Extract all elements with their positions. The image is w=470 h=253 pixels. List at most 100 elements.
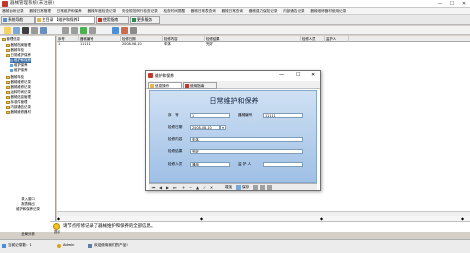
dialog-titlebar: 维护和保养 — ☐ ✕ <box>146 71 320 80</box>
record-count: 当前记录数：1 <box>8 243 32 247</box>
cell-guard <box>325 42 349 47</box>
records-icon <box>2 244 6 248</box>
menu-item[interactable]: 日常维护和保养 <box>54 8 84 14</box>
cell-person <box>301 42 325 47</box>
cancel-icon[interactable]: ✕ <box>209 185 214 190</box>
date-field[interactable]: 2008-08-10 <box>190 125 220 130</box>
person-field[interactable]: 通用 <box>190 162 230 167</box>
toolbar <box>0 26 470 35</box>
edit-icon[interactable]: ▲ <box>195 185 200 190</box>
menu-item[interactable]: 器械台帐记录 <box>0 8 26 14</box>
tip-text: 请节点所修记录了器械维护和保养的全部信息。 <box>63 224 156 229</box>
menu-item[interactable]: 器械日常表查询 <box>188 8 218 14</box>
maintenance-form: 日常维护和保养 序 号 1 器械编号 11111 检修日期 2008-08-10… <box>149 90 317 183</box>
equip-label: 器械编号 <box>238 113 253 117</box>
copy-icon[interactable] <box>253 185 258 190</box>
menu-item[interactable]: 内部通告记录 <box>281 8 307 14</box>
result-field[interactable]: 完好 <box>190 149 303 154</box>
tab-label: 使用指南 <box>103 17 119 22</box>
sidebar-tree: 管理信息 器械档案管理 器械年检 日常维护保养 维护和保养 维护保养 维护保养 … <box>0 36 56 236</box>
dialog-navigator: ⏮ ◀ ▶ ⏭ + − ▲ ✓ ✕ 增加 保存 <box>149 183 317 190</box>
navigation-icon <box>3 18 7 22</box>
close-form-icon[interactable] <box>267 185 272 190</box>
maximize-button[interactable]: ☐ <box>446 0 458 8</box>
menu-item[interactable]: 器械日常查询 <box>219 8 245 14</box>
tree-item[interactable]: 维护保养 <box>10 68 28 73</box>
content-field[interactable]: 车体 <box>190 137 303 142</box>
export-icon[interactable] <box>130 27 137 34</box>
add-button[interactable]: 增加 <box>225 185 232 190</box>
cell-seq: 1 <box>58 42 61 46</box>
search-icon[interactable] <box>40 27 47 34</box>
dialog-tab-operate[interactable]: 信息操作 <box>148 82 182 89</box>
tree-item[interactable]: 管理信息 <box>2 37 20 42</box>
last-record-icon[interactable] <box>89 27 96 34</box>
user-icon <box>57 244 61 248</box>
edit-icon[interactable] <box>4 27 11 34</box>
filter-icon[interactable] <box>121 27 128 34</box>
previous-record-icon[interactable] <box>71 27 78 34</box>
dialog-minimize-button[interactable]: — <box>279 72 284 79</box>
guard-field[interactable] <box>263 162 303 167</box>
tab-maintenance[interactable]: 主目录 【维护和保养】 <box>35 16 95 24</box>
menu-item[interactable]: 安全规范例行检查记录 <box>120 8 160 14</box>
tab-label: 主目录 【维护和保养】 <box>42 17 82 22</box>
save-button[interactable]: 保存 <box>242 185 249 190</box>
menu-bar: 器械台帐记录 器械日常管理 日常维护和保养 器械年度检查记录 安全规范例行检查记… <box>0 8 470 15</box>
tab-services[interactable]: 更多服务 <box>130 16 160 24</box>
tab-navigation[interactable]: 系统导航 <box>1 16 35 24</box>
tab-row: 系统导航 主目录 【维护和保养】 使用指南 更多服务 <box>0 15 470 25</box>
dialog-title: 维护和保养 <box>155 73 174 78</box>
services-icon <box>132 18 136 22</box>
print-icon[interactable] <box>31 27 38 34</box>
table-row[interactable]: 1 11111 2008-08-10 车体 完好 <box>57 42 470 47</box>
last-record-icon[interactable]: ⏭ <box>172 185 177 190</box>
global-analysis-button[interactable]: 全局分析 <box>8 232 48 237</box>
maintenance-dialog: 维护和保养 — ☐ ✕ 信息操作 使用指南 日常维护和保养 序 号 1 器械编号… <box>145 70 321 191</box>
status-message: 欢迎使用我们的产品! <box>94 243 128 247</box>
tab-label: 系统导航 <box>8 17 24 22</box>
delete-icon[interactable]: − <box>188 185 193 190</box>
seq-label: 序 号 <box>168 113 179 117</box>
next-record-icon[interactable]: ▶ <box>165 185 170 190</box>
dialog-tab-guide[interactable]: 使用指南 <box>183 82 217 89</box>
dialog-close-button[interactable]: ✕ <box>311 72 315 79</box>
post-icon[interactable]: ✓ <box>202 185 207 190</box>
guard-label: 监 护 人 <box>238 162 252 166</box>
current-user: Admin <box>63 243 75 247</box>
seq-field[interactable]: 1 <box>190 113 230 118</box>
date-dropdown-icon[interactable]: ▾ <box>220 125 226 130</box>
menu-item[interactable]: 检查时间提醒 <box>161 8 187 14</box>
save-icon[interactable] <box>22 27 29 34</box>
first-record-icon[interactable] <box>62 27 69 34</box>
person-label: 检修人员 <box>168 162 183 166</box>
menu-item[interactable]: 器械强力保险记录 <box>247 8 280 14</box>
tab-guide[interactable]: 使用指南 <box>96 16 129 24</box>
dialog-maximize-button[interactable]: ☐ <box>296 72 300 79</box>
lightbulb-icon <box>53 223 60 230</box>
save-icon[interactable] <box>236 185 241 190</box>
maintenance-records-button[interactable]: 维护和保养记录 <box>8 207 48 212</box>
cell-equip: 11111 <box>80 42 91 46</box>
print-icon[interactable] <box>260 185 265 190</box>
menu-item[interactable]: 器械维修器材使用记录 <box>308 8 348 14</box>
refresh-icon[interactable] <box>112 27 119 34</box>
window-title: 器械管理系统(未注册) <box>10 1 55 6</box>
menu-item[interactable]: 器械日常管理 <box>27 8 53 14</box>
tree-item[interactable]: 器械维修器材 <box>6 110 31 115</box>
app-icon <box>2 1 8 7</box>
info-icon <box>88 244 92 248</box>
dropdown-icon[interactable] <box>13 27 20 34</box>
insert-icon[interactable]: + <box>181 185 186 190</box>
help-icon <box>185 84 189 88</box>
close-button[interactable]: ✕ <box>458 0 470 8</box>
next-record-icon[interactable] <box>80 27 87 34</box>
minimize-button[interactable]: — <box>434 0 446 8</box>
first-record-icon[interactable]: ⏮ <box>151 185 156 190</box>
cell-content: 车体 <box>164 42 171 46</box>
menu-item[interactable]: 器械年度检查记录 <box>85 8 118 14</box>
window-titlebar: 器械管理系统(未注册) — ☐ ✕ <box>0 0 470 8</box>
equip-field[interactable]: 11111 <box>263 113 303 118</box>
previous-record-icon[interactable]: ◀ <box>158 185 163 190</box>
dialog-app-icon <box>148 73 153 78</box>
